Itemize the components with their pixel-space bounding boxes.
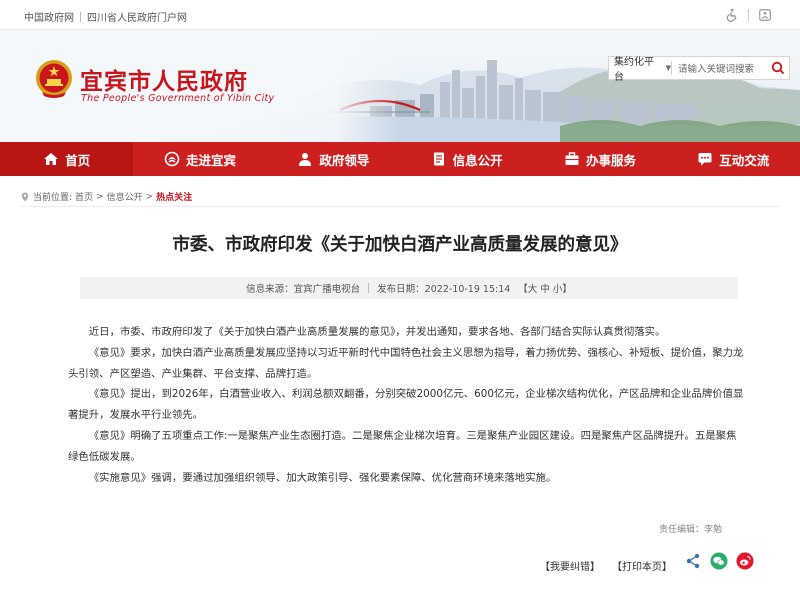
weibo-icon[interactable] (736, 552, 754, 570)
breadcrumb-prefix: 当前位置: (33, 193, 73, 203)
search-box: 集约化平台 ▼ 请输入关键词搜索 (608, 53, 790, 83)
tool-separator (748, 9, 749, 21)
main-nav: 首页 走进宜宾 政府领导 信息公开 办事服务 互动交流 (0, 142, 800, 176)
nav-label: 互动交流 (719, 152, 770, 168)
article-actions: 【我要纠错】 【打印本页】 (540, 558, 672, 573)
top-tools (725, 8, 772, 22)
meta-source: 信息来源：宜宾广播电视台 (246, 281, 360, 295)
report-error-link[interactable]: 【我要纠错】 (540, 558, 600, 573)
article-paragraph: 《意见》明确了五项重点工作:一是聚焦产业生态圈打造。二是聚焦企业梯次培育。三是聚… (68, 429, 737, 463)
nav-label: 信息公开 (452, 152, 503, 168)
link-china-gov[interactable]: 中国政府网 (24, 13, 74, 24)
article-meta: 信息来源：宜宾广播电视台 发布日期：2022-10-19 15:14 【大 中 … (80, 277, 738, 299)
elder-mode-icon[interactable] (758, 8, 772, 22)
share-icon[interactable] (684, 552, 702, 570)
breadcrumb-separator: > (145, 191, 154, 202)
nav-about-yibin[interactable]: 走进宜宾 (133, 142, 266, 176)
share-buttons (684, 552, 754, 570)
nav-info-disclosure[interactable]: 信息公开 (400, 142, 533, 176)
document-icon (433, 152, 444, 166)
top-bar: 中国政府网 四川省人民政府门户网 (0, 0, 800, 30)
breadcrumb-home[interactable]: 首页 (75, 190, 93, 203)
font-size-switch[interactable]: 【大 中 小】 (518, 281, 572, 295)
briefcase-icon (565, 152, 579, 165)
nav-label: 办事服务 (585, 152, 636, 168)
print-page-link[interactable]: 【打印本页】 (612, 558, 672, 573)
home-icon (44, 153, 59, 165)
responsible-editor: 责任编辑：李勉 (658, 525, 722, 535)
national-emblem-icon (36, 60, 72, 98)
emblem-icon (164, 151, 180, 167)
nav-gov-leaders[interactable]: 政府领导 (267, 142, 400, 176)
wechat-icon[interactable] (710, 552, 728, 570)
source-value: 宜宾广播电视台 (293, 284, 361, 295)
location-pin-icon (21, 192, 29, 201)
breadcrumb-info[interactable]: 信息公开 (107, 190, 143, 203)
article-paragraph: 《实施意见》强调，要通过加强组织领导、加大政策引导、强化要素保障、优化营商环境来… (88, 471, 557, 484)
top-links: 中国政府网 四川省人民政府门户网 (24, 9, 187, 24)
accessibility-icon[interactable] (725, 8, 739, 22)
search-button[interactable] (767, 57, 789, 79)
breadcrumb-separator: > (96, 191, 104, 202)
article-body: 近日，市委、市政府印发了《关于加快白酒产业高质量发展的意见》，并发出通知，要求各… (68, 322, 746, 488)
chat-icon (698, 153, 712, 166)
nav-label: 首页 (65, 152, 91, 168)
meta-date: 发布日期：2022-10-19 15:14 (377, 281, 510, 295)
search-scope-select[interactable]: 集约化平台 ▼ (609, 53, 671, 83)
nav-services[interactable]: 办事服务 (533, 142, 666, 176)
header-banner: 宜宾市人民政府 The People's Government of Yibin… (0, 30, 800, 142)
article-paragraph: 《意见》要求，加快白酒产业高质量发展应坚持以习近平新时代中国特色社会主义思想为指… (68, 346, 744, 380)
breadcrumb-current[interactable]: 热点关注 (156, 190, 192, 203)
link-separator (80, 12, 81, 22)
date-value: 2022-10-19 15:14 (424, 284, 511, 295)
nav-label: 政府领导 (319, 152, 370, 168)
nav-home[interactable]: 首页 (0, 142, 134, 176)
article-paragraph: 近日，市委、市政府印发了《关于加快白酒产业高质量发展的意见》，并发出通知，要求各… (88, 326, 666, 338)
search-input[interactable]: 请输入关键词搜索 (672, 61, 767, 75)
site-subtitle: The People's Government of Yibin City (81, 93, 275, 104)
nav-label: 走进宜宾 (185, 152, 236, 168)
source-label: 信息来源： (246, 284, 294, 295)
link-sichuan-gov[interactable]: 四川省人民政府门户网 (87, 13, 187, 24)
search-icon (771, 61, 785, 75)
breadcrumb: 当前位置: 首页 > 信息公开 > 热点关注 (20, 190, 192, 203)
search-scope-label: 集约化平台 (614, 57, 654, 83)
user-icon (299, 153, 312, 166)
site-title[interactable]: 宜宾市人民政府 (80, 62, 248, 96)
article-paragraph: 《意见》提出，到2026年，白酒营业收入、利润总额双翻番，分别突破2000亿元、… (68, 388, 744, 422)
meta-separator (368, 283, 370, 293)
breadcrumb-divider (20, 206, 780, 207)
date-label: 发布日期： (377, 284, 425, 295)
article-title: 市委、市政府印发《关于加快白酒产业高质量发展的意见》 (172, 235, 628, 255)
nav-interaction[interactable]: 互动交流 (667, 142, 800, 176)
